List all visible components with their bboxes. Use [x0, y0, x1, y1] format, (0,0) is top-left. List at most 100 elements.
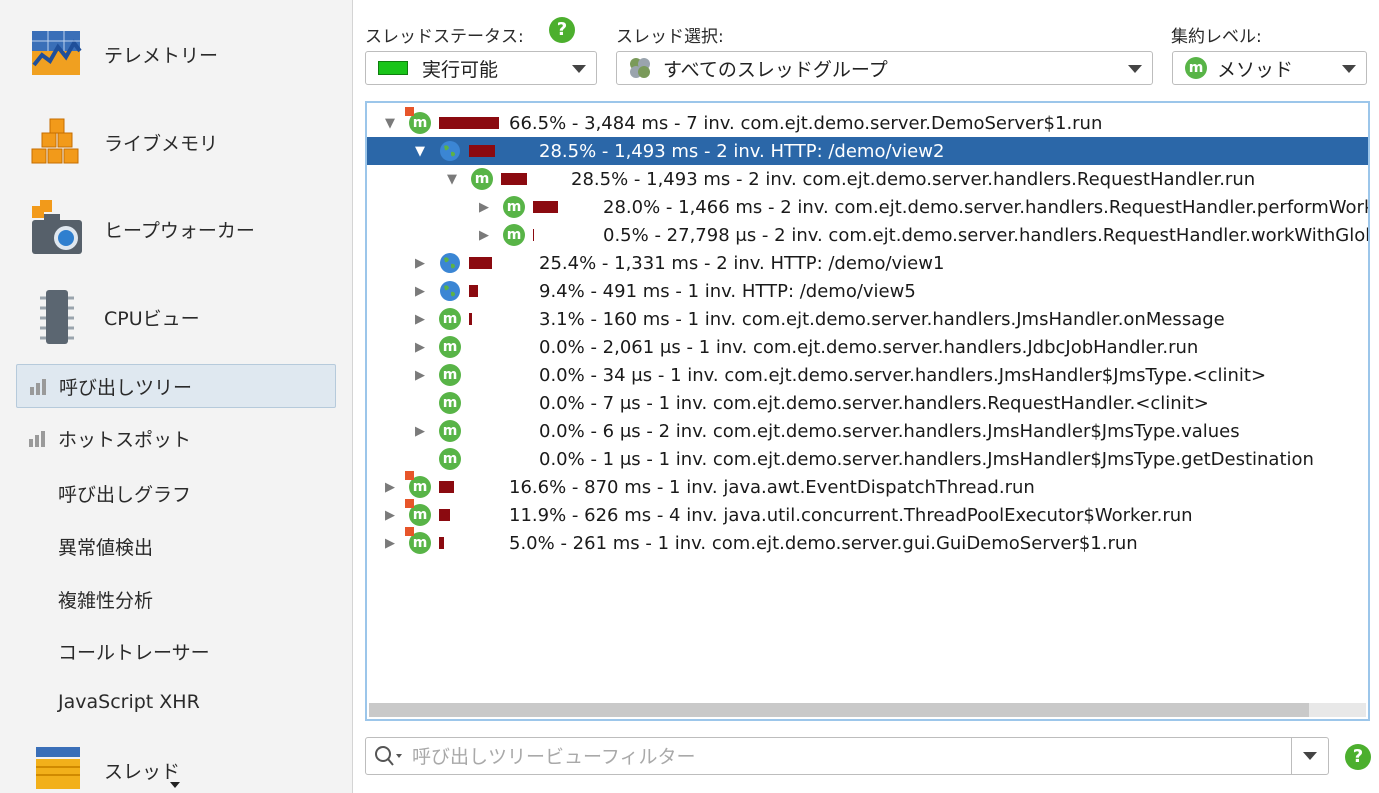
tree-row[interactable]: m 0.0% - 1 μs - 1 inv. com.ejt.demo.serve… [367, 445, 1368, 473]
globe-icon [440, 141, 460, 161]
chevron-right-icon[interactable]: ▶ [411, 254, 429, 272]
thread-flag-icon [405, 471, 414, 480]
sidebar-item-cpu-views[interactable]: CPUビュー [28, 287, 348, 347]
sidebar-label: テレメトリー [104, 44, 219, 67]
sidebar-item-call-graph[interactable]: 呼び出しグラフ [58, 480, 191, 507]
filter-dropdown-button[interactable] [1291, 738, 1328, 774]
horizontal-scrollbar[interactable] [369, 703, 1366, 717]
tree-row[interactable]: ▶ 9.4% - 491 ms - 1 inv. HTTP: /demo/view… [367, 277, 1368, 305]
tree-row-text: 28.5% - 1,493 ms - 2 inv. com.ejt.demo.s… [571, 168, 1256, 190]
sidebar-item-outlier-detection[interactable]: 異常値検出 [58, 533, 153, 560]
tree-row[interactable]: ▶ m 16.6% - 870 ms - 1 inv. java.awt.Event… [367, 471, 1368, 501]
thread-status-select[interactable]: 実行可能 [365, 51, 597, 85]
thread-select[interactable]: すべてのスレッドグループ [616, 51, 1153, 85]
tree-row[interactable]: ▼ 28.5% - 1,493 ms - 2 inv. HTTP: /demo/v… [367, 137, 1368, 165]
call-tree-view: スレッドステータス: ? 実行可能 スレッド選択: すべてのスレッドグループ 集… [353, 0, 1379, 793]
help-icon[interactable]: ? [1345, 744, 1371, 770]
sidebar-item-call-tracer[interactable]: コールトレーサー [58, 638, 210, 665]
method-icon: m [439, 364, 461, 386]
tree-row-text: 11.9% - 626 ms - 4 inv. java.util.concur… [509, 504, 1193, 526]
tree-row[interactable]: m 0.0% - 7 μs - 1 inv. com.ejt.demo.serve… [367, 389, 1368, 417]
chevron-right-icon[interactable]: ▶ [411, 366, 429, 384]
method-icon: m [439, 420, 461, 442]
thread-status-label: スレッドステータス: [365, 27, 524, 47]
method-icon: m [439, 392, 461, 414]
method-thread-icon: m [405, 499, 431, 526]
chevron-down-icon [1128, 65, 1142, 73]
sidebar-item-telemetry[interactable]: テレメトリー [28, 24, 348, 84]
method-thread-icon: m [405, 107, 431, 134]
chevron-down-icon [572, 65, 586, 73]
sidebar-item-threads[interactable]: スレッド [28, 740, 348, 793]
chevron-right-icon[interactable]: ▶ [411, 310, 429, 328]
tree-row[interactable]: ▶ m 0.0% - 6 μs - 2 inv. com.ejt.demo.serv… [367, 417, 1368, 445]
tree-row-text: 0.0% - 2,061 μs - 1 inv. com.ejt.demo.se… [539, 336, 1199, 358]
method-icon: m [471, 168, 493, 190]
chevron-right-icon[interactable]: ▶ [475, 226, 493, 244]
tree-row[interactable]: ▶ m 28.0% - 1,466 ms - 2 inv. com.ejt.demo… [367, 193, 1368, 221]
tree-row[interactable]: ▶ 25.4% - 1,331 ms - 2 inv. HTTP: /demo/v… [367, 249, 1368, 277]
chevron-right-icon[interactable]: ▶ [381, 534, 399, 552]
thread-flag-icon [405, 527, 414, 536]
sidebar-item-call-tree[interactable]: 呼び出しツリー [16, 364, 336, 408]
percentage-bar [469, 397, 531, 409]
percentage-bar [439, 481, 501, 493]
sidebar-label: ヒープウォーカー [104, 219, 255, 242]
sidebar-item-hot-spots[interactable]: ホットスポット [16, 416, 336, 460]
telemetry-icon [32, 31, 82, 75]
tree-row-text: 0.0% - 34 μs - 1 inv. com.ejt.demo.serve… [539, 364, 1267, 386]
tree-row[interactable]: ▶ m 0.0% - 34 μs - 1 inv. com.ejt.demo.ser… [367, 361, 1368, 389]
percentage-bar-fill [439, 481, 454, 493]
chevron-right-icon[interactable]: ▶ [411, 282, 429, 300]
filter-input[interactable] [410, 743, 1274, 771]
percentage-bar-fill [439, 509, 450, 521]
call-tree[interactable]: ▼ m 66.5% - 3,484 ms - 7 inv. com.ejt.demo… [365, 101, 1370, 721]
percentage-bar [469, 257, 531, 269]
tree-row[interactable]: ▼ m 28.5% - 1,493 ms - 2 inv. com.ejt.demo… [367, 165, 1368, 193]
tree-row[interactable]: ▶ m 0.0% - 2,061 μs - 1 inv. com.ejt.demo.… [367, 333, 1368, 361]
tree-row[interactable]: ▶ m 5.0% - 261 ms - 1 inv. com.ejt.demo.se… [367, 527, 1368, 557]
aggregation-level-select[interactable]: m メソッド [1172, 51, 1367, 85]
chevron-right-icon[interactable]: ▶ [411, 422, 429, 440]
bar-chart-icon [30, 379, 46, 395]
percentage-bar [439, 509, 501, 521]
chevron-down-icon[interactable]: ▼ [381, 114, 399, 132]
percentage-bar-fill [469, 145, 495, 157]
percentage-bar-fill [501, 173, 527, 185]
help-icon[interactable]: ? [549, 17, 575, 43]
percentage-bar-fill [533, 201, 559, 213]
bar-chart-icon [29, 431, 45, 447]
tree-row-text: 0.0% - 7 μs - 1 inv. com.ejt.demo.server… [539, 392, 1209, 414]
sidebar-item-live-memory[interactable]: ライブメモリ [28, 112, 348, 172]
globe-icon [440, 281, 460, 301]
percentage-bar [469, 341, 531, 353]
threads-icon [36, 747, 80, 789]
percentage-bar [533, 229, 595, 241]
tree-row-text: 16.6% - 870 ms - 1 inv. java.awt.EventDi… [509, 476, 1035, 498]
tree-row[interactable]: ▶ m 0.5% - 27,798 μs - 2 inv. com.ejt.demo… [367, 221, 1368, 249]
chevron-right-icon[interactable]: ▶ [381, 506, 399, 524]
chevron-down-icon[interactable]: ▼ [443, 170, 461, 188]
sidebar-scroll-down-icon[interactable] [170, 782, 180, 788]
sidebar-item-javascript-xhr[interactable]: JavaScript XHR [58, 691, 200, 713]
tree-row-text: 28.5% - 1,493 ms - 2 inv. HTTP: /demo/vi… [539, 140, 945, 162]
chevron-right-icon[interactable]: ▶ [411, 338, 429, 356]
tree-row[interactable]: ▶ m 11.9% - 626 ms - 4 inv. java.util.conc… [367, 499, 1368, 529]
method-icon: m [439, 308, 461, 330]
scrollbar-thumb[interactable] [369, 703, 1309, 717]
sidebar-item-complexity-analysis[interactable]: 複雑性分析 [58, 586, 153, 613]
tree-row[interactable]: ▶ m 3.1% - 160 ms - 1 inv. com.ejt.demo.se… [367, 305, 1368, 333]
chevron-down-icon[interactable]: ▼ [411, 142, 429, 160]
aggregation-level-label: 集約レベル: [1171, 27, 1262, 47]
percentage-bar-fill [439, 117, 499, 129]
call-tree-filter[interactable] [365, 737, 1329, 775]
tree-row-text: 25.4% - 1,331 ms - 2 inv. HTTP: /demo/vi… [539, 252, 945, 274]
percentage-bar [469, 145, 531, 157]
thread-select-label: スレッド選択: [616, 27, 724, 47]
chevron-right-icon[interactable]: ▶ [381, 478, 399, 496]
percentage-bar [469, 369, 531, 381]
tree-row[interactable]: ▼ m 66.5% - 3,484 ms - 7 inv. com.ejt.demo… [367, 107, 1368, 137]
chevron-right-icon[interactable]: ▶ [475, 198, 493, 216]
sidebar-item-heap-walker[interactable]: ヒープウォーカー [28, 199, 348, 259]
